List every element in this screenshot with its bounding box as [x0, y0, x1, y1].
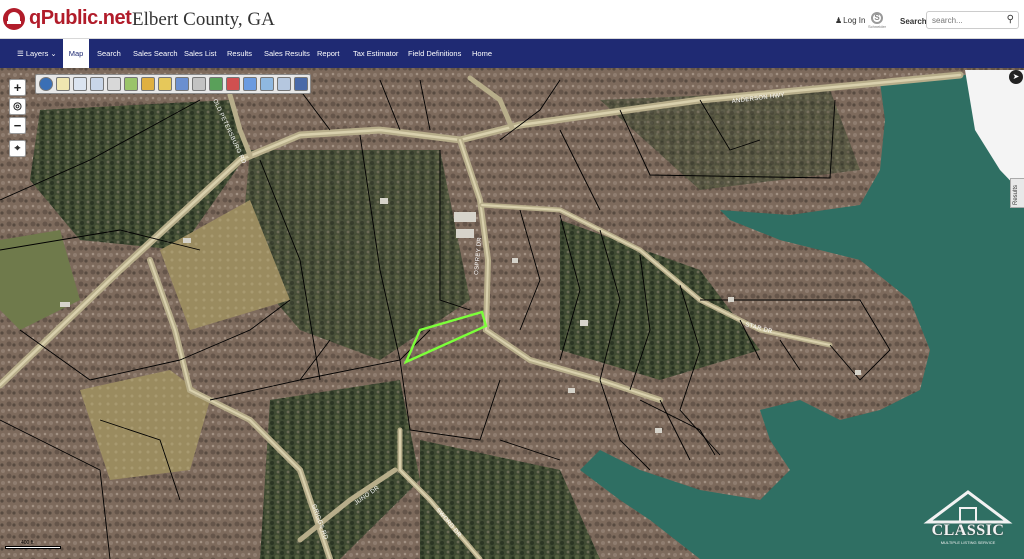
nav-sales-results[interactable]: Sales Results [264, 39, 310, 68]
search-box[interactable]: ⚲ [926, 11, 1019, 29]
header-bar: qPublic.net Elbert County, GA ♟Log In SS… [0, 0, 1024, 39]
search-label: Search [900, 17, 927, 26]
nav-layers[interactable]: ☰ Layers ⌄ [17, 39, 57, 68]
note-icon[interactable] [158, 77, 172, 91]
measure-icon[interactable] [90, 77, 104, 91]
layers-icon: ☰ [17, 49, 26, 58]
qpublic-logo-icon[interactable] [3, 8, 25, 30]
full-extent-icon[interactable] [260, 77, 274, 91]
nav-home[interactable]: Home [472, 39, 492, 68]
watermark-text: CLASSIC [931, 522, 1005, 539]
zoom-in-button[interactable]: + [9, 79, 26, 96]
sketch-icon[interactable] [192, 77, 206, 91]
main-nav: ☰ Layers ⌄ Map Search Sales Search Sales… [0, 39, 1024, 68]
nav-results[interactable]: Results [227, 39, 252, 68]
nav-field-definitions[interactable]: Field Definitions [408, 39, 461, 68]
scale-bar: 400 ft [5, 540, 61, 551]
nav-map[interactable]: Map [63, 39, 89, 68]
aerial-map[interactable]: ANDERSON HWY STAR DR OSPREY DR JUNO DR S… [0, 68, 1024, 559]
zoom-out-button[interactable]: − [9, 117, 26, 134]
nav-tax-estimator[interactable]: Tax Estimator [353, 39, 398, 68]
nav-sales-search[interactable]: Sales Search [133, 39, 178, 68]
user-icon: ♟ [835, 16, 843, 25]
previous-extent-icon[interactable] [277, 77, 291, 91]
nav-report[interactable]: Report [317, 39, 340, 68]
login-link[interactable]: ♟Log In [835, 16, 865, 25]
save-icon[interactable] [294, 77, 308, 91]
search-input[interactable] [932, 14, 998, 26]
results-tab[interactable]: Results [1010, 178, 1024, 208]
buffer-icon[interactable] [73, 77, 87, 91]
map-toolbar [35, 74, 311, 94]
site-logo[interactable]: qPublic.net [29, 7, 132, 30]
globe-icon[interactable]: ◎ [9, 98, 26, 115]
chevron-down-icon: ⌄ [48, 49, 57, 58]
scale-bar-line [5, 546, 61, 549]
login-label: Log In [843, 16, 866, 25]
draw-icon[interactable] [209, 77, 223, 91]
pin-icon[interactable]: ➤ [1009, 70, 1023, 84]
search-icon[interactable]: ⚲ [1007, 14, 1014, 25]
erase-icon[interactable] [226, 77, 240, 91]
schneider-logo-icon[interactable]: S Schneider [866, 12, 888, 32]
nav-search[interactable]: Search [97, 39, 121, 68]
nav-sales-list[interactable]: Sales List [184, 39, 217, 68]
watermark-subtext: MULTIPLE LISTING SERVICE [940, 540, 996, 545]
clear-icon[interactable] [107, 77, 121, 91]
select-icon[interactable] [56, 77, 70, 91]
locate-icon[interactable]: ⌖ [9, 140, 26, 157]
identify-icon[interactable] [39, 77, 53, 91]
mls-watermark: CLASSIC MULTIPLE LISTING SERVICE [918, 488, 1018, 554]
zoom-box-icon[interactable] [243, 77, 257, 91]
add-layer-icon[interactable] [124, 77, 138, 91]
label-icon[interactable] [141, 77, 155, 91]
county-title: Elbert County, GA [132, 9, 275, 30]
print-icon[interactable] [175, 77, 189, 91]
